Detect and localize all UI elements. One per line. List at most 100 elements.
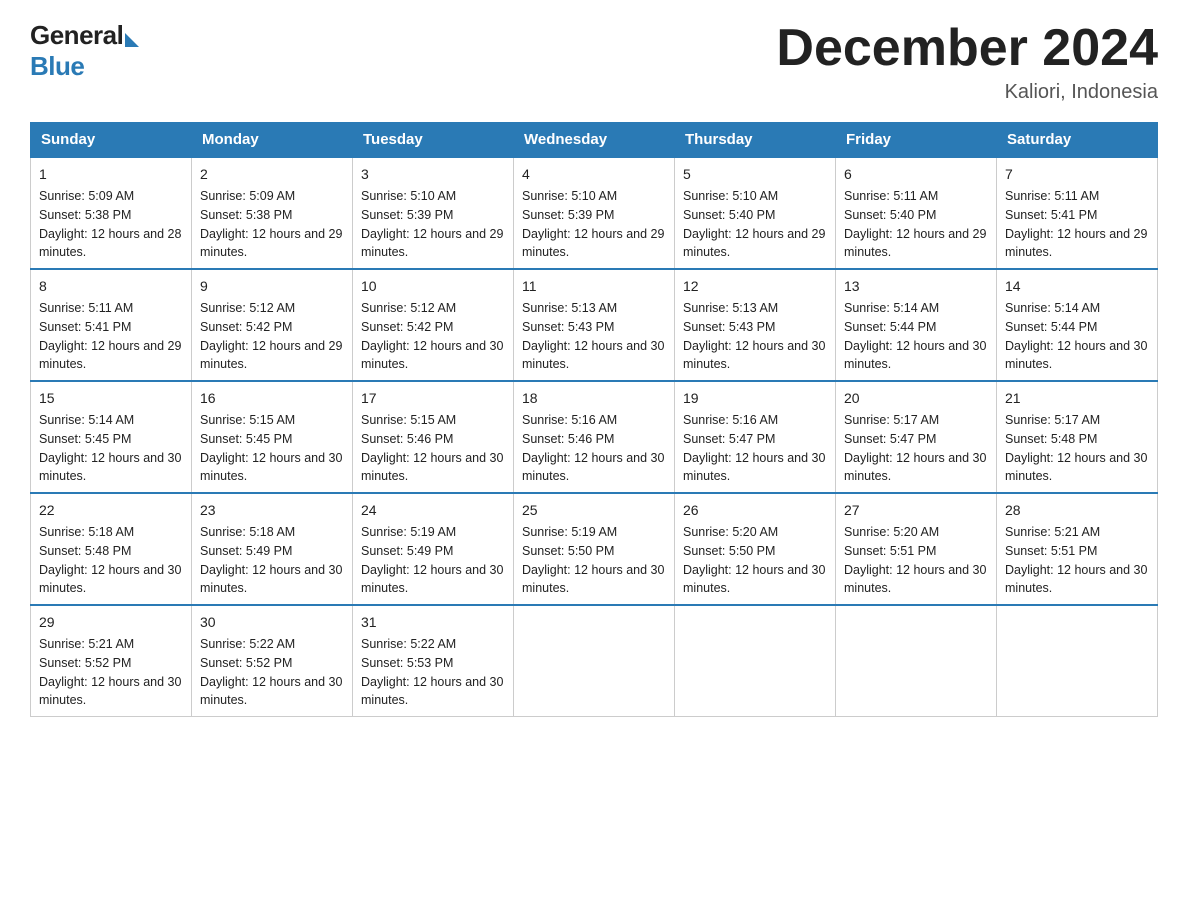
calendar-day-cell: 18 Sunrise: 5:16 AMSunset: 5:46 PMDaylig…	[514, 381, 675, 493]
day-number: 22	[39, 500, 183, 521]
calendar-day-cell: 8 Sunrise: 5:11 AMSunset: 5:41 PMDayligh…	[31, 269, 192, 381]
calendar-empty-cell	[675, 605, 836, 717]
day-info: Sunrise: 5:11 AMSunset: 5:40 PMDaylight:…	[844, 189, 986, 259]
calendar-empty-cell	[997, 605, 1158, 717]
calendar-day-cell: 1 Sunrise: 5:09 AMSunset: 5:38 PMDayligh…	[31, 157, 192, 269]
calendar-day-cell: 12 Sunrise: 5:13 AMSunset: 5:43 PMDaylig…	[675, 269, 836, 381]
day-number: 3	[361, 164, 505, 185]
day-number: 13	[844, 276, 988, 297]
page-header: General Blue December 2024 Kaliori, Indo…	[30, 20, 1158, 104]
calendar-day-cell: 4 Sunrise: 5:10 AMSunset: 5:39 PMDayligh…	[514, 157, 675, 269]
logo-general-text: General	[30, 20, 123, 51]
calendar-day-cell: 21 Sunrise: 5:17 AMSunset: 5:48 PMDaylig…	[997, 381, 1158, 493]
calendar-empty-cell	[836, 605, 997, 717]
day-info: Sunrise: 5:15 AMSunset: 5:45 PMDaylight:…	[200, 413, 342, 483]
calendar-day-cell: 29 Sunrise: 5:21 AMSunset: 5:52 PMDaylig…	[31, 605, 192, 717]
weekday-header-saturday: Saturday	[997, 123, 1158, 158]
day-number: 7	[1005, 164, 1149, 185]
calendar-empty-cell	[514, 605, 675, 717]
day-info: Sunrise: 5:19 AMSunset: 5:49 PMDaylight:…	[361, 525, 503, 595]
weekday-header-tuesday: Tuesday	[353, 123, 514, 158]
day-number: 30	[200, 612, 344, 633]
calendar-day-cell: 6 Sunrise: 5:11 AMSunset: 5:40 PMDayligh…	[836, 157, 997, 269]
calendar-day-cell: 14 Sunrise: 5:14 AMSunset: 5:44 PMDaylig…	[997, 269, 1158, 381]
day-info: Sunrise: 5:10 AMSunset: 5:40 PMDaylight:…	[683, 189, 825, 259]
calendar-day-cell: 11 Sunrise: 5:13 AMSunset: 5:43 PMDaylig…	[514, 269, 675, 381]
day-number: 27	[844, 500, 988, 521]
month-title: December 2024	[776, 20, 1158, 77]
calendar-day-cell: 15 Sunrise: 5:14 AMSunset: 5:45 PMDaylig…	[31, 381, 192, 493]
day-number: 8	[39, 276, 183, 297]
weekday-header-wednesday: Wednesday	[514, 123, 675, 158]
day-number: 2	[200, 164, 344, 185]
day-info: Sunrise: 5:14 AMSunset: 5:45 PMDaylight:…	[39, 413, 181, 483]
weekday-header-thursday: Thursday	[675, 123, 836, 158]
day-info: Sunrise: 5:13 AMSunset: 5:43 PMDaylight:…	[683, 301, 825, 371]
day-number: 31	[361, 612, 505, 633]
day-info: Sunrise: 5:20 AMSunset: 5:50 PMDaylight:…	[683, 525, 825, 595]
day-info: Sunrise: 5:18 AMSunset: 5:48 PMDaylight:…	[39, 525, 181, 595]
day-number: 26	[683, 500, 827, 521]
calendar-day-cell: 28 Sunrise: 5:21 AMSunset: 5:51 PMDaylig…	[997, 493, 1158, 605]
day-number: 28	[1005, 500, 1149, 521]
calendar-day-cell: 3 Sunrise: 5:10 AMSunset: 5:39 PMDayligh…	[353, 157, 514, 269]
day-number: 19	[683, 388, 827, 409]
day-number: 20	[844, 388, 988, 409]
day-number: 15	[39, 388, 183, 409]
calendar-day-cell: 27 Sunrise: 5:20 AMSunset: 5:51 PMDaylig…	[836, 493, 997, 605]
weekday-header-row: SundayMondayTuesdayWednesdayThursdayFrid…	[31, 123, 1158, 158]
day-number: 4	[522, 164, 666, 185]
day-info: Sunrise: 5:21 AMSunset: 5:51 PMDaylight:…	[1005, 525, 1147, 595]
day-info: Sunrise: 5:20 AMSunset: 5:51 PMDaylight:…	[844, 525, 986, 595]
calendar-day-cell: 23 Sunrise: 5:18 AMSunset: 5:49 PMDaylig…	[192, 493, 353, 605]
day-info: Sunrise: 5:14 AMSunset: 5:44 PMDaylight:…	[844, 301, 986, 371]
day-number: 11	[522, 276, 666, 297]
day-number: 23	[200, 500, 344, 521]
calendar-week-row: 15 Sunrise: 5:14 AMSunset: 5:45 PMDaylig…	[31, 381, 1158, 493]
calendar-day-cell: 16 Sunrise: 5:15 AMSunset: 5:45 PMDaylig…	[192, 381, 353, 493]
day-info: Sunrise: 5:21 AMSunset: 5:52 PMDaylight:…	[39, 637, 181, 707]
calendar-day-cell: 13 Sunrise: 5:14 AMSunset: 5:44 PMDaylig…	[836, 269, 997, 381]
day-info: Sunrise: 5:17 AMSunset: 5:48 PMDaylight:…	[1005, 413, 1147, 483]
calendar-week-row: 29 Sunrise: 5:21 AMSunset: 5:52 PMDaylig…	[31, 605, 1158, 717]
weekday-header-friday: Friday	[836, 123, 997, 158]
day-info: Sunrise: 5:11 AMSunset: 5:41 PMDaylight:…	[39, 301, 181, 371]
day-number: 18	[522, 388, 666, 409]
day-number: 14	[1005, 276, 1149, 297]
calendar-day-cell: 25 Sunrise: 5:19 AMSunset: 5:50 PMDaylig…	[514, 493, 675, 605]
title-block: December 2024 Kaliori, Indonesia	[776, 20, 1158, 104]
calendar-day-cell: 7 Sunrise: 5:11 AMSunset: 5:41 PMDayligh…	[997, 157, 1158, 269]
calendar-day-cell: 31 Sunrise: 5:22 AMSunset: 5:53 PMDaylig…	[353, 605, 514, 717]
day-info: Sunrise: 5:12 AMSunset: 5:42 PMDaylight:…	[361, 301, 503, 371]
logo-blue-text: Blue	[30, 51, 84, 81]
logo-arrow-icon	[125, 33, 139, 47]
day-number: 12	[683, 276, 827, 297]
day-number: 6	[844, 164, 988, 185]
day-number: 16	[200, 388, 344, 409]
calendar-day-cell: 10 Sunrise: 5:12 AMSunset: 5:42 PMDaylig…	[353, 269, 514, 381]
day-number: 1	[39, 164, 183, 185]
day-info: Sunrise: 5:09 AMSunset: 5:38 PMDaylight:…	[200, 189, 342, 259]
day-info: Sunrise: 5:11 AMSunset: 5:41 PMDaylight:…	[1005, 189, 1147, 259]
calendar-day-cell: 26 Sunrise: 5:20 AMSunset: 5:50 PMDaylig…	[675, 493, 836, 605]
day-number: 5	[683, 164, 827, 185]
calendar-day-cell: 24 Sunrise: 5:19 AMSunset: 5:49 PMDaylig…	[353, 493, 514, 605]
day-number: 25	[522, 500, 666, 521]
logo: General Blue	[30, 20, 139, 82]
day-info: Sunrise: 5:17 AMSunset: 5:47 PMDaylight:…	[844, 413, 986, 483]
day-number: 9	[200, 276, 344, 297]
day-info: Sunrise: 5:15 AMSunset: 5:46 PMDaylight:…	[361, 413, 503, 483]
day-info: Sunrise: 5:16 AMSunset: 5:46 PMDaylight:…	[522, 413, 664, 483]
calendar-day-cell: 19 Sunrise: 5:16 AMSunset: 5:47 PMDaylig…	[675, 381, 836, 493]
day-number: 21	[1005, 388, 1149, 409]
calendar-day-cell: 17 Sunrise: 5:15 AMSunset: 5:46 PMDaylig…	[353, 381, 514, 493]
day-info: Sunrise: 5:19 AMSunset: 5:50 PMDaylight:…	[522, 525, 664, 595]
calendar-day-cell: 30 Sunrise: 5:22 AMSunset: 5:52 PMDaylig…	[192, 605, 353, 717]
calendar-day-cell: 9 Sunrise: 5:12 AMSunset: 5:42 PMDayligh…	[192, 269, 353, 381]
location-text: Kaliori, Indonesia	[776, 81, 1158, 104]
calendar-day-cell: 2 Sunrise: 5:09 AMSunset: 5:38 PMDayligh…	[192, 157, 353, 269]
day-number: 24	[361, 500, 505, 521]
day-info: Sunrise: 5:22 AMSunset: 5:52 PMDaylight:…	[200, 637, 342, 707]
calendar-day-cell: 22 Sunrise: 5:18 AMSunset: 5:48 PMDaylig…	[31, 493, 192, 605]
calendar-table: SundayMondayTuesdayWednesdayThursdayFrid…	[30, 122, 1158, 717]
